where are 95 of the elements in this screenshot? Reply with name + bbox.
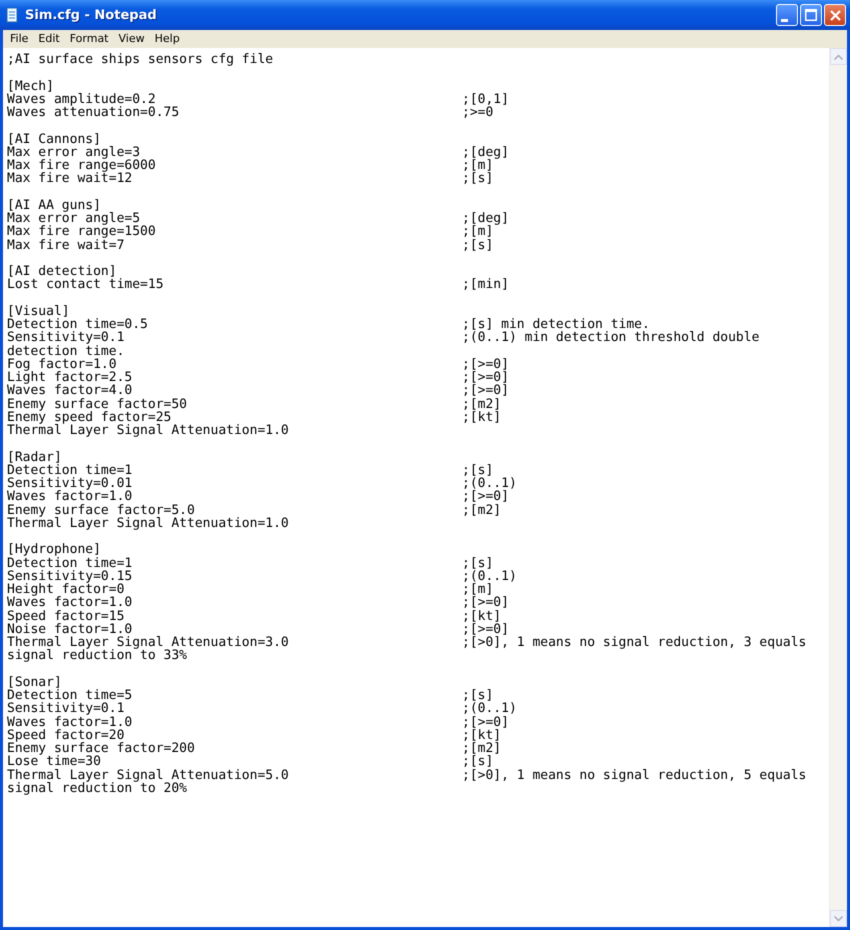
- text-line: Enemy surface factor=5.0: [7, 504, 195, 517]
- menu-item[interactable]: Format: [64, 32, 114, 44]
- minimize-button[interactable]: [776, 4, 798, 26]
- comment-text: ;(0..1): [462, 702, 518, 716]
- text-line: Waves factor=1.0: [7, 716, 134, 729]
- text-line: signal reduction to 20%: [7, 782, 188, 795]
- text-line: Fog factor=1.0: [7, 358, 117, 371]
- notepad-icon: [4, 7, 20, 23]
- text-line: Detection time=1: [7, 556, 134, 570]
- text-line: Lose time=30: [7, 755, 102, 768]
- text-line: Enemy surface factor=200: [7, 742, 196, 756]
- comment-text: ;[s]: [462, 464, 494, 477]
- text-line: [Visual]: [7, 304, 70, 318]
- text-line: Max error angle=3: [7, 146, 140, 159]
- text-line: [Sonar]: [7, 676, 62, 689]
- comment-text: ;[m2]: [462, 742, 502, 756]
- comment-text: ;[s]: [462, 172, 494, 186]
- comment-text: ;[m2]: [462, 504, 502, 517]
- text-line: [AI detection]: [7, 265, 117, 278]
- text-line: detection time.: [7, 344, 126, 358]
- text-line: Sensitivity=0.1: [7, 331, 126, 344]
- text-line: Thermal Layer Signal Attenuation=1.0: [7, 516, 290, 530]
- close-icon: [830, 10, 840, 20]
- text-line: Waves factor=4.0: [7, 384, 132, 398]
- comment-text: ;[kt]: [462, 410, 502, 424]
- comment-text: ;[>0], 1 means no signal reduction, 5 equals: [462, 768, 808, 782]
- comment-text: ;[m]: [462, 583, 494, 596]
- text-line: Waves amplitude=0.2: [7, 92, 156, 106]
- comment-text: ;[s]: [462, 755, 494, 768]
- text-line: Max fire range=6000: [7, 159, 157, 172]
- text-line: Speed factor=15: [7, 610, 124, 623]
- comment-text: ;[>=0]: [462, 490, 510, 504]
- text-line: [Radar]: [7, 450, 62, 464]
- comment-text: ;[>0], 1 means no signal reduction, 3 equals: [462, 636, 808, 650]
- text-line: Thermal Layer Signal Attenuation=5.0: [7, 768, 290, 782]
- text-line: Height factor=0: [7, 583, 124, 596]
- comment-text: ;[min]: [462, 278, 510, 292]
- minimize-icon: [781, 18, 788, 22]
- comment-text: ;(0..1) min detection threshold double: [462, 331, 760, 344]
- text-line: Detection time=1: [7, 464, 134, 477]
- text-line: ;AI surface ships sensors cfg file: [7, 53, 274, 66]
- text-line: Max error angle=5: [7, 212, 140, 226]
- comment-text: ;[s]: [462, 556, 494, 570]
- comment-text: ;[m]: [462, 225, 494, 238]
- text-line: Light factor=2.5: [7, 371, 134, 384]
- comment-text: ;(0..1): [462, 477, 518, 490]
- text-line: Enemy surface factor=50: [7, 398, 188, 411]
- comment-text: ;[m]: [462, 159, 494, 172]
- text-line: Detection time=0.5: [7, 318, 149, 332]
- text-line: [Mech]: [7, 80, 54, 93]
- text-line: Thermal Layer Signal Attenuation=1.0: [7, 424, 290, 438]
- comment-text: ;[>=0]: [462, 716, 510, 729]
- text-line: Noise factor=1.0: [7, 622, 132, 636]
- text-line: signal reduction to 33%: [7, 649, 188, 662]
- comment-text: ;[kt]: [462, 728, 502, 742]
- comment-text: ;[kt]: [462, 610, 502, 623]
- menu-item[interactable]: View: [114, 32, 150, 44]
- menu-item[interactable]: File: [5, 32, 34, 44]
- text-line: Detection time=5: [7, 689, 134, 702]
- maximize-button[interactable]: [800, 4, 822, 26]
- comment-text: ;>=0: [462, 106, 494, 120]
- comment-text: ;[s] min detection time.: [462, 318, 650, 332]
- menu-item[interactable]: Edit: [33, 32, 65, 44]
- comment-text: ;[deg]: [462, 212, 510, 226]
- comment-text: ;[>=0]: [462, 358, 510, 371]
- text-line: [AI Cannons]: [7, 132, 101, 146]
- text-line: Waves factor=1.0: [7, 596, 134, 610]
- text-line: [AI AA guns]: [7, 198, 101, 212]
- menu-item[interactable]: Help: [150, 32, 185, 44]
- comment-text: ;[>=0]: [462, 371, 510, 384]
- text-line: Enemy speed factor=25: [7, 410, 172, 424]
- window-title: Sim.cfg - Notepad: [25, 8, 158, 22]
- text-line: Max fire wait=12: [7, 172, 132, 186]
- comment-text: ;[s]: [462, 238, 494, 252]
- text-line: [Hydrophone]: [7, 543, 101, 556]
- text-line: Waves factor=1.0: [7, 490, 132, 504]
- close-button[interactable]: [824, 4, 846, 26]
- comment-text: ;[deg]: [462, 146, 510, 159]
- comment-text: ;[>=0]: [462, 596, 510, 610]
- text-line: Max fire range=1500: [7, 225, 157, 238]
- maximize-icon: [805, 9, 817, 21]
- text-line: Lost contact time=15: [7, 278, 165, 292]
- comment-text: ;[>=0]: [462, 384, 510, 398]
- text-line: Sensitivity=0.1: [7, 702, 124, 716]
- comment-text: ;[m2]: [462, 398, 502, 411]
- text-line: Sensitivity=0.01: [7, 477, 134, 490]
- comment-text: ;[0,1]: [462, 92, 510, 106]
- text-line: Sensitivity=0.15: [7, 570, 134, 583]
- text-line: Max fire wait=7: [7, 238, 124, 252]
- text-line: Waves attenuation=0.75: [7, 106, 180, 120]
- comment-text: ;[s]: [462, 689, 494, 702]
- comment-text: ;(0..1): [462, 570, 518, 583]
- text-line: Thermal Layer Signal Attenuation=3.0: [7, 636, 290, 650]
- comment-text: ;[>=0]: [462, 622, 510, 636]
- text-line: Speed factor=20: [7, 728, 124, 742]
